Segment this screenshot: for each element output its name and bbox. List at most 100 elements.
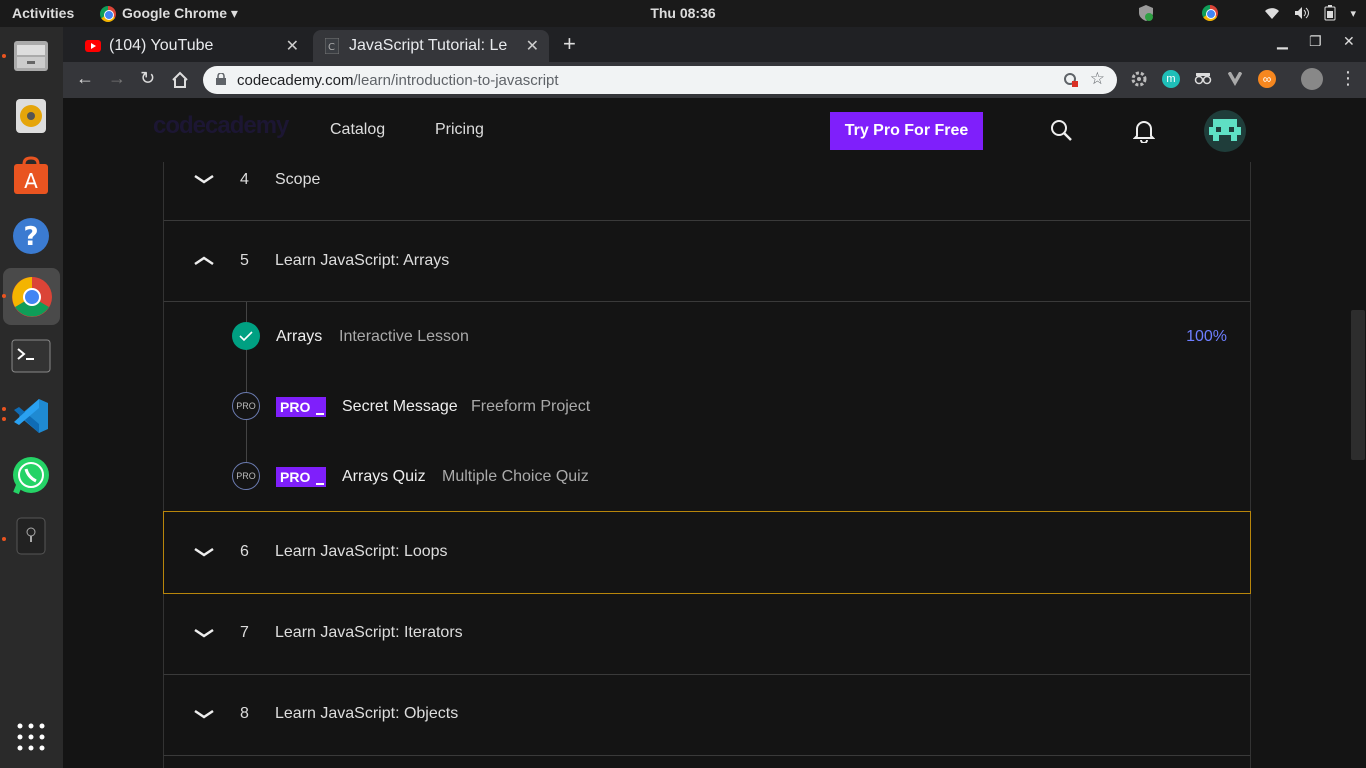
close-tab-icon[interactable]: ✕ (526, 36, 539, 56)
vscode-icon[interactable] (9, 394, 53, 438)
whatsapp-icon[interactable] (9, 454, 53, 498)
svg-text:A: A (24, 169, 38, 193)
lesson-type: Freeform Project (471, 398, 591, 415)
running-indicator (2, 294, 6, 298)
spy-extension-icon[interactable] (1194, 70, 1212, 88)
home-icon[interactable] (171, 71, 189, 89)
lesson-item[interactable]: PRO PRO Arrays Quiz Multiple Choice Quiz (163, 442, 1251, 512)
chevron-up-icon[interactable] (192, 249, 216, 273)
battery-icon[interactable] (1324, 5, 1336, 21)
forward-icon[interactable]: → (108, 68, 126, 89)
module-number: 6 (240, 543, 249, 560)
bookmark-star-icon[interactable]: ☆ (1090, 69, 1105, 89)
module-title: Learn JavaScript: Loops (275, 543, 448, 560)
browser-toolbar: ← → ↻ codecademy.com/learn/introduction-… (63, 62, 1366, 98)
search-icon[interactable] (1050, 119, 1074, 143)
lesson-name[interactable]: Secret Message (342, 398, 458, 416)
running-indicator (2, 417, 6, 421)
module-number: 5 (240, 252, 249, 269)
lesson-type: Interactive Lesson (339, 328, 469, 345)
shield-icon[interactable] (1138, 4, 1154, 22)
infinity-extension-icon[interactable]: ∞ (1258, 70, 1276, 88)
files-icon[interactable] (9, 34, 53, 78)
restore-icon[interactable]: ❐ (1309, 33, 1322, 50)
close-tab-icon[interactable]: ✕ (286, 36, 299, 56)
tab-youtube[interactable]: (104) YouTube ✕ (73, 30, 309, 62)
volume-icon[interactable] (1294, 6, 1310, 20)
lesson-item[interactable]: Arrays Interactive Lesson 100% (163, 302, 1251, 372)
codecademy-favicon-icon: C (325, 38, 339, 54)
vue-devtools-icon[interactable] (1226, 70, 1244, 88)
profile-avatar[interactable] (1301, 68, 1323, 90)
lesson-name[interactable]: Arrays Quiz (342, 468, 426, 486)
lesson-type: Multiple Choice Quiz (442, 468, 589, 485)
chrome-dock-icon[interactable] (3, 268, 60, 325)
terminal-icon[interactable] (9, 334, 53, 378)
rhythmbox-icon[interactable] (9, 94, 53, 138)
url-host: codecademy.com (237, 71, 354, 89)
module-row-8[interactable]: 8 Learn JavaScript: Objects (163, 675, 1251, 756)
back-icon[interactable]: ← (76, 68, 94, 89)
tab-label: (104) YouTube (109, 37, 214, 54)
chevron-down-icon[interactable] (192, 702, 216, 726)
usb-drive-icon[interactable] (9, 514, 53, 558)
tab-codecademy[interactable]: C JavaScript Tutorial: Le ✕ (313, 30, 549, 62)
power-menu-arrow-icon[interactable]: ▾ (1350, 7, 1356, 20)
system-top-bar: Activities Google Chrome ▾ Thu 08:36 ▾ (0, 0, 1366, 27)
show-apps-icon[interactable] (9, 715, 53, 759)
chrome-icon (100, 5, 116, 22)
tab-label: JavaScript Tutorial: Le (349, 37, 508, 54)
module-row-6[interactable]: 6 Learn JavaScript: Loops (163, 511, 1251, 594)
running-indicator (2, 407, 6, 411)
running-indicator (2, 54, 6, 58)
lesson-item[interactable]: PRO PRO Secret Message Freeform Project (163, 372, 1251, 442)
module-title: Learn JavaScript: Objects (275, 705, 459, 722)
svg-text:C: C (328, 42, 335, 53)
chevron-down-icon[interactable] (192, 540, 216, 564)
chrome-tray-icon[interactable] (1202, 5, 1219, 21)
chevron-down-icon[interactable] (192, 167, 216, 191)
lock-icon[interactable] (216, 73, 226, 85)
activities-button[interactable]: Activities (12, 5, 74, 21)
lesson-name[interactable]: Arrays (276, 328, 322, 346)
pro-badge: PRO (276, 467, 326, 487)
nav-pricing[interactable]: Pricing (435, 121, 484, 139)
nav-catalog[interactable]: Catalog (330, 121, 385, 139)
module-number: 8 (240, 705, 249, 722)
mercury-extension-icon[interactable]: m (1162, 70, 1180, 88)
module-title: Learn JavaScript: Iterators (275, 624, 463, 641)
new-tab-button[interactable]: + (563, 31, 576, 57)
chevron-down-icon[interactable] (192, 621, 216, 645)
app-menu[interactable]: Google Chrome ▾ (100, 5, 238, 22)
codecademy-logo[interactable]: codecademy (153, 112, 289, 140)
bell-icon[interactable] (1133, 119, 1155, 143)
site-settings-icon[interactable] (1063, 72, 1079, 88)
svg-text:?: ? (23, 222, 38, 252)
url-path: /learn/introduction-to-javascript (353, 71, 559, 89)
next-module-row (163, 756, 1251, 768)
gear-extension-icon[interactable] (1130, 70, 1148, 88)
module-row-5[interactable]: 5 Learn JavaScript: Arrays (163, 221, 1251, 302)
software-center-icon[interactable]: A (9, 154, 53, 198)
wifi-icon[interactable] (1264, 6, 1280, 20)
page-scrollbar[interactable] (1351, 310, 1365, 460)
dock: A ? (0, 27, 63, 768)
pro-lock-icon: PRO (232, 462, 260, 490)
help-icon[interactable]: ? (9, 214, 53, 258)
module-number: 4 (240, 171, 249, 188)
pro-lock-icon: PRO (232, 392, 260, 420)
module-row-7[interactable]: 7 Learn JavaScript: Iterators (163, 594, 1251, 675)
module-row-4[interactable]: 4 Scope (163, 162, 1251, 221)
address-bar[interactable]: codecademy.com/learn/introduction-to-jav… (203, 66, 1117, 94)
close-window-icon[interactable]: ✕ (1343, 33, 1355, 50)
minimize-icon[interactable]: ▁ (1277, 33, 1288, 50)
youtube-icon (85, 40, 101, 52)
pro-badge: PRO (276, 397, 326, 417)
menu-kebab-icon[interactable]: ⋮ (1339, 68, 1357, 89)
user-avatar[interactable] (1204, 110, 1246, 152)
system-tray[interactable]: ▾ (1138, 4, 1356, 22)
reload-icon[interactable]: ↻ (140, 68, 155, 89)
try-pro-button[interactable]: Try Pro For Free (830, 112, 983, 150)
module-title: Learn JavaScript: Arrays (275, 252, 450, 269)
syllabus: 4 Scope 5 Learn JavaScript: Arrays Array… (163, 162, 1251, 768)
